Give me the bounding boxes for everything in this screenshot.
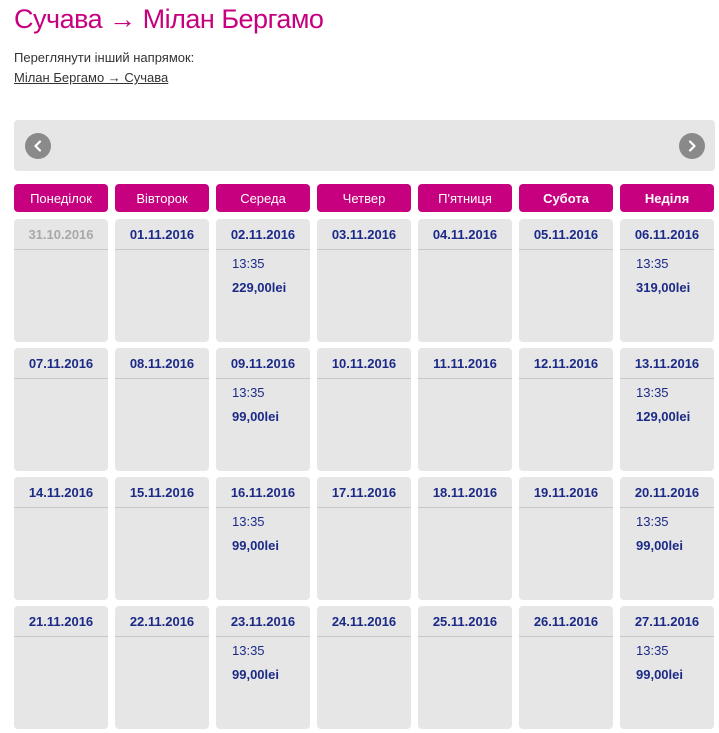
calendar-day-cell[interactable]: 31.10.2016 <box>14 219 108 342</box>
day-date: 26.11.2016 <box>519 606 613 637</box>
flight-time: 13:35 <box>232 385 265 400</box>
day-date: 11.11.2016 <box>418 348 512 379</box>
flight-time: 13:35 <box>636 385 669 400</box>
calendar-day-cell[interactable]: 10.11.2016 <box>317 348 411 471</box>
calendar-day-cell[interactable]: 27.11.2016 13:35 99,00lei <box>620 606 714 729</box>
flight-time: 13:35 <box>232 256 265 271</box>
day-date: 23.11.2016 <box>216 606 310 637</box>
flight-time: 13:35 <box>636 643 669 658</box>
day-date: 31.10.2016 <box>14 219 108 250</box>
calendar-day-cell[interactable]: 02.11.2016 13:35 229,00lei <box>216 219 310 342</box>
day-date: 25.11.2016 <box>418 606 512 637</box>
flight-price: 99,00lei <box>636 667 683 682</box>
day-date: 22.11.2016 <box>115 606 209 637</box>
day-date: 05.11.2016 <box>519 219 613 250</box>
day-date: 21.11.2016 <box>14 606 108 637</box>
day-date: 14.11.2016 <box>14 477 108 508</box>
page-title: Сучава → Мілан Бергамо <box>14 4 324 34</box>
weekday-header: Субота <box>519 184 613 212</box>
calendar-day-cell[interactable]: 07.11.2016 <box>14 348 108 471</box>
day-date: 27.11.2016 <box>620 606 714 637</box>
calendar-day-cell[interactable]: 04.11.2016 <box>418 219 512 342</box>
calendar-day-cell[interactable]: 20.11.2016 13:35 99,00lei <box>620 477 714 600</box>
calendar-day-cell[interactable]: 01.11.2016 <box>115 219 209 342</box>
day-date: 18.11.2016 <box>418 477 512 508</box>
flight-time: 13:35 <box>636 256 669 271</box>
chevron-right-icon <box>688 140 696 152</box>
weekday-header: Четвер <box>317 184 411 212</box>
flight-time: 13:35 <box>232 643 265 658</box>
day-date: 04.11.2016 <box>418 219 512 250</box>
weekday-header: Понеділок <box>14 184 108 212</box>
flight-price: 99,00lei <box>232 667 279 682</box>
chevron-left-icon <box>34 140 42 152</box>
day-date: 01.11.2016 <box>115 219 209 250</box>
flight-time: 13:35 <box>636 514 669 529</box>
day-date: 17.11.2016 <box>317 477 411 508</box>
weekday-header: Вівторок <box>115 184 209 212</box>
calendar-day-cell[interactable]: 13.11.2016 13:35 129,00lei <box>620 348 714 471</box>
calendar-day-cell[interactable]: 18.11.2016 <box>418 477 512 600</box>
calendar-day-cell[interactable]: 06.11.2016 13:35 319,00lei <box>620 219 714 342</box>
calendar-day-cell[interactable]: 22.11.2016 <box>115 606 209 729</box>
flight-price: 229,00lei <box>232 280 287 295</box>
calendar-day-cell[interactable]: 05.11.2016 <box>519 219 613 342</box>
weekday-header: Середа <box>216 184 310 212</box>
weekday-header: П'ятниця <box>418 184 512 212</box>
day-date: 15.11.2016 <box>115 477 209 508</box>
flight-price: 129,00lei <box>636 409 691 424</box>
calendar-grid: 31.10.2016 01.11.2016 02.11.2016 13:35 229,0… <box>14 219 715 729</box>
day-date: 24.11.2016 <box>317 606 411 637</box>
day-date: 09.11.2016 <box>216 348 310 379</box>
flight-price: 99,00lei <box>232 409 279 424</box>
calendar-day-cell[interactable]: 23.11.2016 13:35 99,00lei <box>216 606 310 729</box>
calendar-day-cell[interactable]: 24.11.2016 <box>317 606 411 729</box>
weekday-header-row: Понеділок Вівторок Середа Четвер П'ятниця Суб… <box>14 184 715 212</box>
flight-time: 13:35 <box>232 514 265 529</box>
calendar-day-cell[interactable]: 17.11.2016 <box>317 477 411 600</box>
day-date: 02.11.2016 <box>216 219 310 250</box>
day-date: 13.11.2016 <box>620 348 714 379</box>
weekday-header: Неділя <box>620 184 714 212</box>
flight-price: 99,00lei <box>232 538 279 553</box>
day-date: 08.11.2016 <box>115 348 209 379</box>
calendar-day-cell[interactable]: 09.11.2016 13:35 99,00lei <box>216 348 310 471</box>
calendar-day-cell[interactable]: 19.11.2016 <box>519 477 613 600</box>
previous-weeks-button[interactable] <box>25 133 51 159</box>
calendar-day-cell[interactable]: 08.11.2016 <box>115 348 209 471</box>
week-navigation-bar <box>14 120 715 171</box>
flight-price: 319,00lei <box>636 280 691 295</box>
calendar-day-cell[interactable]: 14.11.2016 <box>14 477 108 600</box>
other-direction-link[interactable]: Мілан Бергамо → Сучава <box>14 70 168 85</box>
day-date: 10.11.2016 <box>317 348 411 379</box>
calendar-day-cell[interactable]: 12.11.2016 <box>519 348 613 471</box>
calendar-day-cell[interactable]: 11.11.2016 <box>418 348 512 471</box>
calendar-day-cell[interactable]: 25.11.2016 <box>418 606 512 729</box>
next-weeks-button[interactable] <box>679 133 705 159</box>
day-date: 12.11.2016 <box>519 348 613 379</box>
calendar-day-cell[interactable]: 26.11.2016 <box>519 606 613 729</box>
day-date: 06.11.2016 <box>620 219 714 250</box>
flight-price: 99,00lei <box>636 538 683 553</box>
calendar-day-cell[interactable]: 16.11.2016 13:35 99,00lei <box>216 477 310 600</box>
day-date: 16.11.2016 <box>216 477 310 508</box>
day-date: 03.11.2016 <box>317 219 411 250</box>
day-date: 07.11.2016 <box>14 348 108 379</box>
day-date: 19.11.2016 <box>519 477 613 508</box>
calendar-day-cell[interactable]: 15.11.2016 <box>115 477 209 600</box>
calendar-day-cell[interactable]: 21.11.2016 <box>14 606 108 729</box>
other-direction-label: Переглянути інший напрямок: <box>14 50 195 65</box>
day-date: 20.11.2016 <box>620 477 714 508</box>
calendar-day-cell[interactable]: 03.11.2016 <box>317 219 411 342</box>
